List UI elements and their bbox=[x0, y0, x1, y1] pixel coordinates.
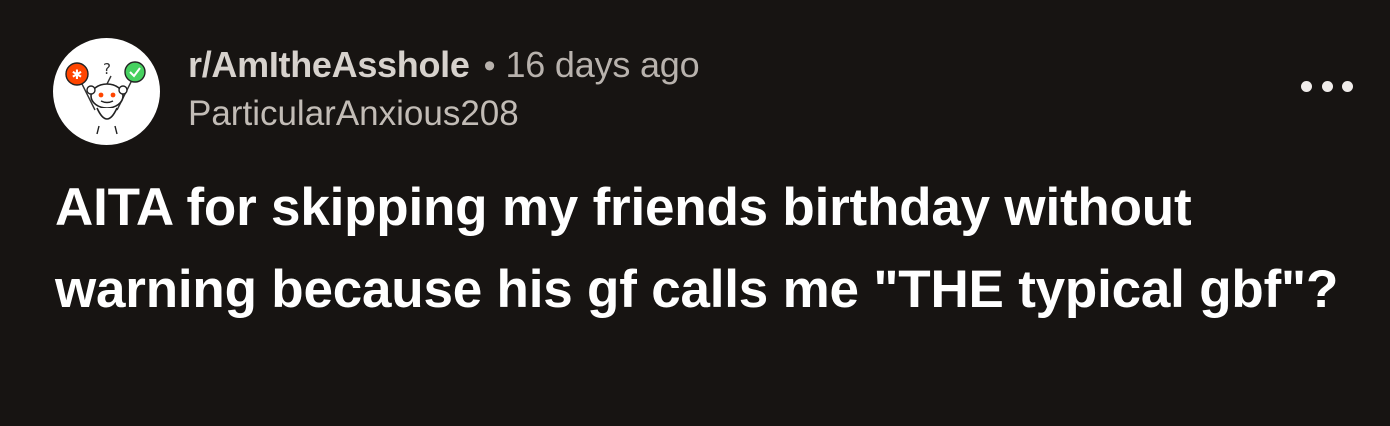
svg-text:?: ? bbox=[103, 60, 111, 78]
subreddit-avatar[interactable]: ✱ ? bbox=[53, 38, 160, 145]
post-title[interactable]: AITA for skipping my friends birthday wi… bbox=[55, 167, 1355, 331]
snoo-avatar-icon: ✱ ? bbox=[65, 60, 146, 135]
svg-text:✱: ✱ bbox=[72, 68, 83, 83]
meta-separator: • bbox=[483, 47, 496, 85]
more-options-icon-dot bbox=[1321, 80, 1333, 92]
post-meta-line: r/AmItheAsshole • 16 days ago bbox=[188, 44, 700, 92]
author-username[interactable]: ParticularAnxious208 bbox=[188, 94, 699, 134]
more-options-icon-dot bbox=[1342, 80, 1353, 92]
subreddit-link[interactable]: r/AmItheAsshole bbox=[188, 44, 470, 86]
post-meta: r/AmItheAsshole • 16 days ago Particular… bbox=[188, 44, 700, 134]
post-timestamp: 16 days ago bbox=[505, 44, 700, 85]
post-header: ✱ ? r/AmItheAsshole • 16 days ago Partic… bbox=[53, 38, 1353, 146]
more-options-button[interactable] bbox=[1301, 76, 1353, 96]
more-options-icon-dot bbox=[1301, 80, 1312, 92]
